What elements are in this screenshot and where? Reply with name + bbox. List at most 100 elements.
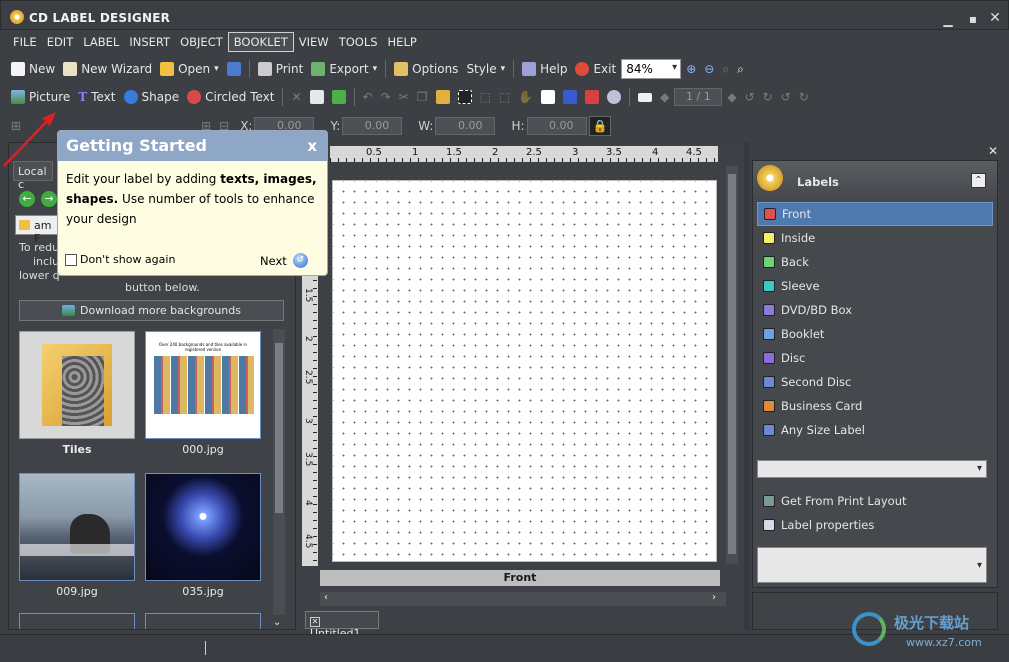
- picture-button[interactable]: Picture: [8, 88, 73, 106]
- redo-button[interactable]: ↷: [378, 88, 394, 106]
- scroll-right-icon[interactable]: ›: [712, 592, 716, 603]
- undo-button[interactable]: ↶: [360, 88, 376, 106]
- h-input[interactable]: 0.00: [526, 117, 587, 135]
- delete-button[interactable]: ✕: [288, 88, 304, 106]
- exit-button[interactable]: Exit: [572, 60, 619, 78]
- flip-button[interactable]: ↺: [778, 88, 794, 106]
- dont-show-again-checkbox[interactable]: Don't show again: [65, 253, 175, 266]
- label-item-second-disc[interactable]: Second Disc: [757, 370, 993, 394]
- label-item-front[interactable]: Front: [757, 202, 993, 226]
- page-add-button[interactable]: [538, 88, 558, 106]
- page-indicator[interactable]: 1 / 1: [674, 88, 723, 106]
- label-item-sleeve[interactable]: Sleeve: [757, 274, 993, 298]
- canvas-hscrollbar[interactable]: ‹ ›: [320, 592, 726, 606]
- rotate-right-button[interactable]: ↻: [760, 88, 776, 106]
- save-button[interactable]: [224, 60, 244, 78]
- scrollbar-thumb[interactable]: [275, 343, 283, 513]
- thumb-009[interactable]: [19, 473, 135, 581]
- splitter[interactable]: [744, 142, 750, 630]
- transform-button[interactable]: ⬚: [477, 88, 494, 106]
- thumb-035[interactable]: [145, 473, 261, 581]
- label-item-dvd-bd-box[interactable]: DVD/BD Box: [757, 298, 993, 322]
- y-input[interactable]: 0.00: [342, 117, 403, 135]
- tooltip-close-button[interactable]: x: [307, 137, 317, 155]
- thumbs-scrollbar[interactable]: [273, 329, 285, 615]
- label-item-any-size-label[interactable]: Any Size Label: [757, 418, 993, 442]
- prev-page-button[interactable]: ◆: [657, 88, 672, 106]
- hand-button[interactable]: ✋: [515, 88, 536, 106]
- help-button[interactable]: Help: [519, 60, 570, 78]
- label-properties-button[interactable]: Label properties: [757, 513, 993, 537]
- label-item-text: Sleeve: [781, 279, 820, 293]
- label-item-back[interactable]: Back: [757, 250, 993, 274]
- minimize-icon[interactable]: ▁: [941, 13, 955, 27]
- copy-button[interactable]: ❐: [414, 88, 431, 106]
- collapse-icon[interactable]: ⌃: [971, 173, 986, 188]
- label-item-disc[interactable]: Disc: [757, 346, 993, 370]
- open-button[interactable]: Open ▾: [157, 60, 222, 78]
- forward-icon[interactable]: →: [41, 191, 57, 207]
- scroll-down-icon[interactable]: ⌄: [273, 617, 281, 628]
- thumb-000[interactable]: Over 240 backgrounds and tiles available…: [145, 331, 261, 439]
- canvas-vscrollbar[interactable]: [726, 166, 738, 564]
- w-input[interactable]: 0.00: [435, 117, 496, 135]
- export-button[interactable]: Export ▾: [308, 60, 380, 78]
- close-icon[interactable]: ✕: [988, 11, 1002, 25]
- menu-view[interactable]: VIEW: [294, 33, 334, 51]
- zoom-page-button[interactable]: ⌕: [734, 60, 747, 79]
- thumb-tiles[interactable]: [19, 331, 135, 439]
- new-button[interactable]: New: [8, 60, 58, 78]
- checkbox-box[interactable]: [65, 253, 77, 266]
- download-backgrounds-button[interactable]: Download more backgrounds: [19, 300, 284, 321]
- menu-file[interactable]: FILE: [8, 33, 42, 51]
- menu-tools[interactable]: TOOLS: [334, 33, 383, 51]
- label-properties-select[interactable]: ▾: [757, 547, 987, 583]
- menu-help[interactable]: HELP: [383, 33, 422, 51]
- text-button[interactable]: T Text: [75, 88, 118, 106]
- menu-booklet[interactable]: BOOKLET: [227, 32, 294, 52]
- zoom-select[interactable]: 84%: [621, 59, 682, 79]
- zoom-in-button[interactable]: ⊕: [683, 60, 699, 78]
- tooltip-next-button[interactable]: Next ↺: [260, 253, 308, 268]
- properties-button[interactable]: [307, 88, 327, 106]
- label-item-business-card[interactable]: Business Card: [757, 394, 993, 418]
- cut-button[interactable]: ✂: [396, 88, 412, 106]
- next-page-button[interactable]: ◆: [724, 88, 739, 106]
- menu-edit[interactable]: EDIT: [42, 33, 79, 51]
- circled-text-button[interactable]: Circled Text: [184, 88, 277, 106]
- back-icon[interactable]: ←: [19, 191, 35, 207]
- get-from-print-layout-button[interactable]: Get From Print Layout: [757, 489, 993, 513]
- label-page[interactable]: [332, 180, 717, 562]
- scrollbar-thumb[interactable]: [728, 174, 736, 554]
- table-button[interactable]: [560, 88, 580, 106]
- label-item-booklet[interactable]: Booklet: [757, 322, 993, 346]
- label-type-select[interactable]: ▾: [757, 460, 987, 478]
- view-mode-button[interactable]: [635, 91, 655, 104]
- shape-button[interactable]: Shape: [121, 88, 183, 106]
- paste-button[interactable]: [433, 88, 453, 106]
- document-tab[interactable]: ✕Untitled1: [305, 611, 379, 640]
- zoom-fit-button[interactable]: ⌕: [719, 60, 732, 79]
- flip-vertical-button[interactable]: ↻: [796, 88, 812, 106]
- maximize-icon[interactable]: ▪: [966, 12, 980, 26]
- rotate-left-button[interactable]: ↺: [742, 88, 758, 106]
- crop-button[interactable]: ⬚: [496, 88, 513, 106]
- disc-button[interactable]: [604, 88, 624, 106]
- grid-button[interactable]: [582, 88, 602, 106]
- close-tab-icon[interactable]: ✕: [310, 617, 320, 627]
- print-button[interactable]: Print: [255, 60, 307, 78]
- image-button[interactable]: [329, 88, 349, 106]
- menu-object[interactable]: OBJECT: [175, 33, 228, 51]
- options-button[interactable]: Options: [391, 60, 461, 78]
- zoom-out-button[interactable]: ⊖: [701, 60, 717, 78]
- label-item-inside[interactable]: Inside: [757, 226, 993, 250]
- menu-label[interactable]: LABEL: [78, 33, 124, 51]
- style-button[interactable]: Style ▾: [463, 60, 508, 78]
- menu-insert[interactable]: INSERT: [124, 33, 175, 51]
- new-wizard-button[interactable]: New Wizard: [60, 60, 155, 78]
- lock-button[interactable]: 🔒: [588, 116, 612, 136]
- select-button[interactable]: [455, 88, 475, 106]
- shape-icon: [123, 90, 138, 104]
- close-panel-icon[interactable]: ✕: [988, 144, 998, 158]
- scroll-left-icon[interactable]: ‹: [324, 592, 328, 603]
